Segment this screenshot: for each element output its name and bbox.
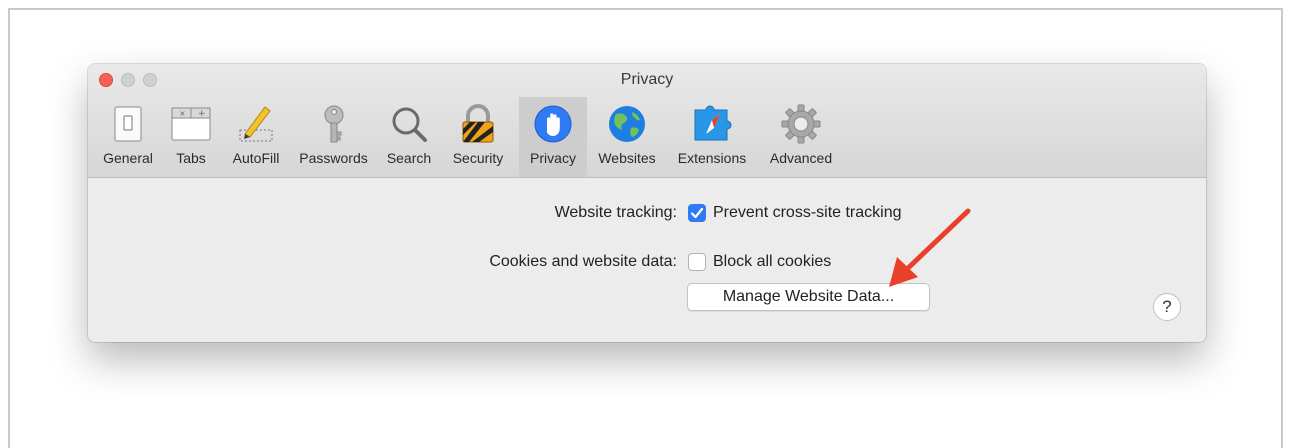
red-arrow-annotation	[889, 208, 971, 287]
